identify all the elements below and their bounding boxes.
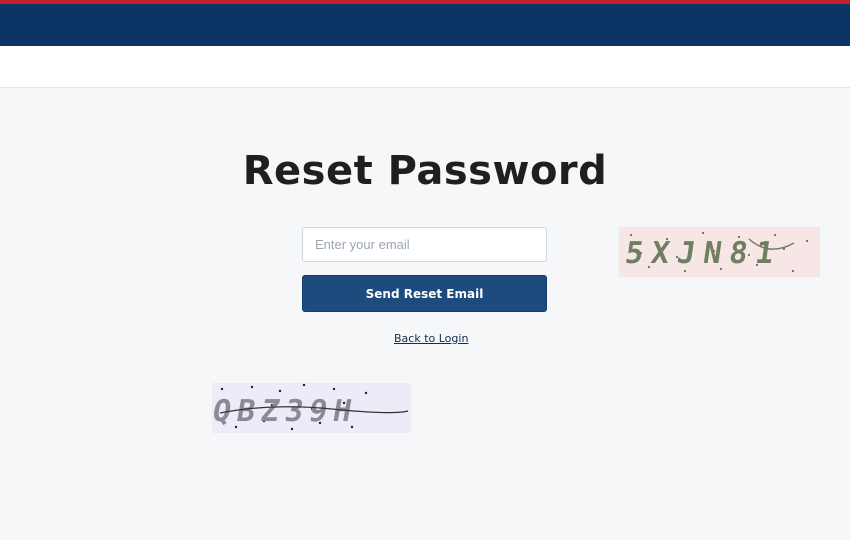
back-to-login-link[interactable]: Back to Login (394, 332, 468, 345)
captcha-image-graphic: QBZ39H (212, 383, 409, 431)
send-reset-email-button[interactable]: Send Reset Email (302, 275, 547, 312)
page-title: Reset Password (242, 148, 608, 194)
captcha-glyphs: 5XJN81 (623, 236, 784, 271)
email-input[interactable] (302, 227, 547, 262)
top-header-bar (0, 0, 850, 46)
captcha-image: QBZ39H (212, 383, 411, 433)
captcha-image-graphic: 5XJN81 (623, 232, 808, 272)
captcha-image: 5XJN81 (619, 227, 820, 277)
captcha-glyphs: QBZ39H (212, 394, 360, 429)
sub-header-bar (0, 46, 850, 88)
header-accent-stripe (0, 0, 850, 4)
